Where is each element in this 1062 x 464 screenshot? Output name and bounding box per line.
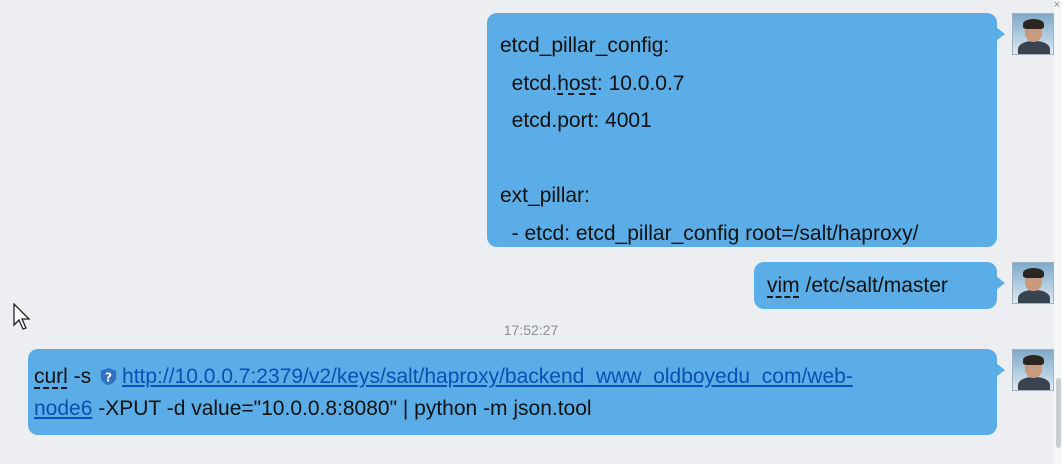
mouse-pointer-icon (13, 303, 31, 330)
message-text: -XPUT -d value="10.0.0.8:8080" | python … (92, 397, 592, 420)
message-bubble-vim[interactable]: vim /etc/salt/master (754, 262, 1005, 309)
message-line: etcd_pillar_config: (500, 34, 670, 57)
message-bubble-config[interactable]: etcd_pillar_config: etcd.host: 10.0.0.7 … (487, 13, 1005, 247)
message-line (500, 140, 985, 178)
message-timestamp: 17:52:27 (503, 322, 559, 338)
spellcheck-word: vim (767, 274, 800, 297)
message-line: ext_pillar: (500, 184, 590, 207)
message-bubble-curl[interactable]: curl -s ? http://10.0.0.7:2379/v2/keys/sa… (28, 349, 1005, 435)
message-line: etcd.host: 10.0.0.7 (500, 65, 985, 103)
close-icon[interactable]: × (1054, 0, 1060, 11)
message-text: -s (67, 365, 98, 388)
scrollbar-thumb[interactable] (1056, 378, 1061, 448)
user-avatar[interactable] (1012, 349, 1054, 391)
chat-history: etcd_pillar_config: etcd.host: 10.0.0.7 … (0, 0, 1062, 464)
question-shield-icon[interactable]: ? (99, 367, 118, 386)
user-avatar[interactable] (1012, 13, 1054, 55)
message-line: - etcd: etcd_pillar_config root=/salt/ha… (500, 221, 919, 245)
url-link[interactable]: node6 (34, 397, 92, 420)
user-avatar[interactable] (1012, 262, 1054, 304)
message-text: : 10.0.0.7 (596, 71, 685, 95)
url-link[interactable]: http://10.0.0.7:2379/v2/keys/salt/haprox… (122, 365, 853, 388)
message-line: curl -s ? http://10.0.0.7:2379/v2/keys/sa… (34, 361, 989, 393)
svg-text:?: ? (105, 370, 112, 384)
message-text: etcd. (500, 71, 558, 95)
message-line: etcd.port: 4001 (500, 109, 652, 132)
message-line: node6 -XPUT -d value="10.0.0.8:8080" | p… (34, 393, 989, 425)
scrollbar[interactable] (1054, 0, 1062, 464)
message-text: /etc/salt/master (799, 274, 948, 297)
spellcheck-word: curl (34, 365, 68, 388)
message-line: vim /etc/salt/master (767, 273, 997, 299)
spellcheck-word: host (557, 71, 597, 95)
